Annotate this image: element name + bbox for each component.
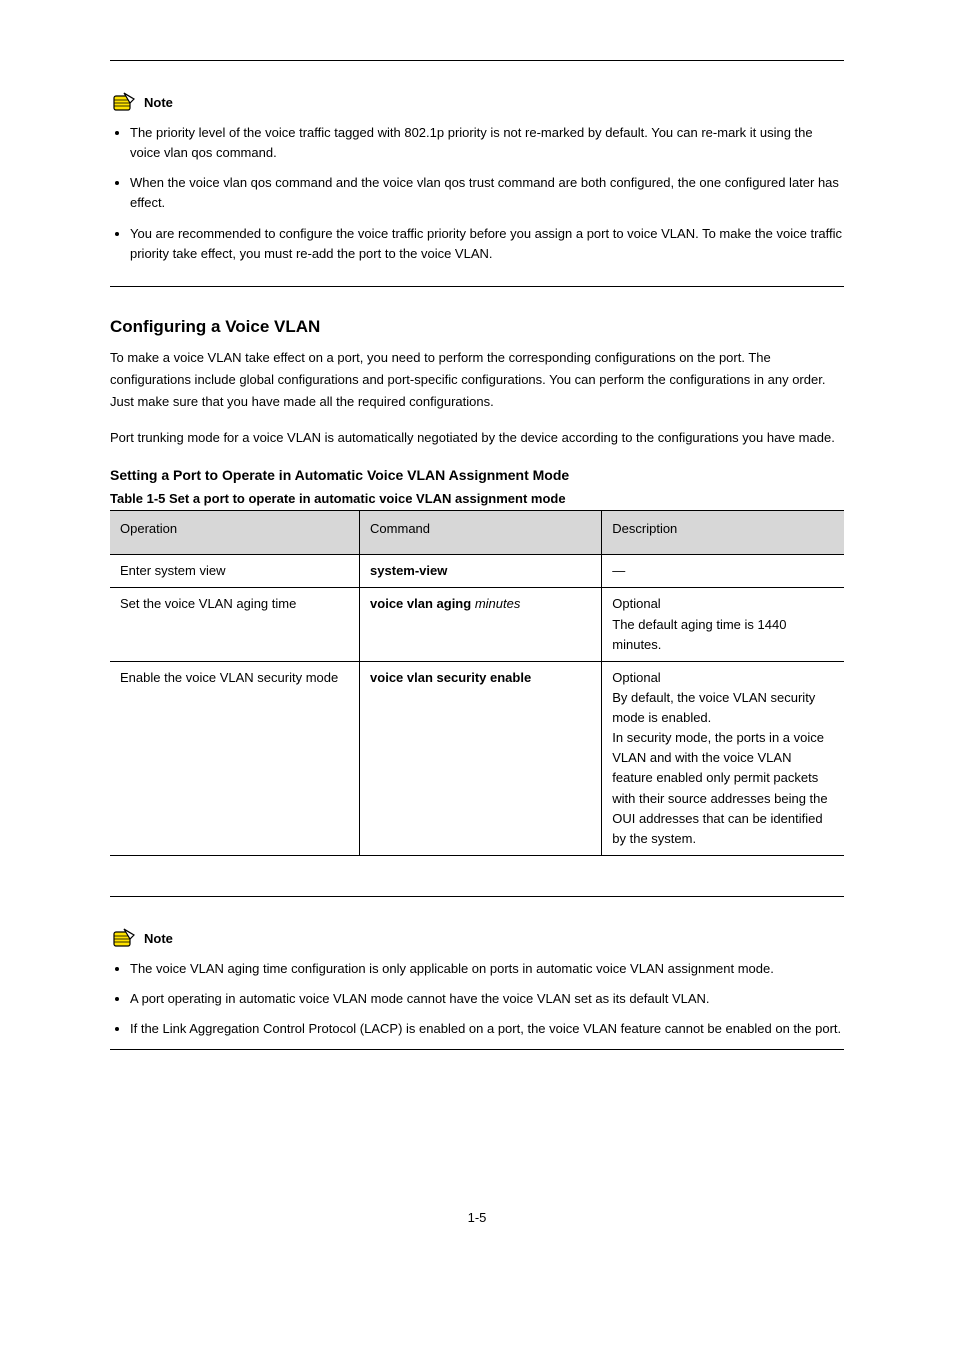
cmd-text: voice vlan security enable xyxy=(370,670,531,685)
table-row: Enable the voice VLAN security mode voic… xyxy=(110,661,844,855)
note-1-list: The priority level of the voice traffic … xyxy=(110,123,844,264)
cell-description: Optional The default aging time is 1440 … xyxy=(602,588,844,661)
note-1-item: When the voice vlan qos command and the … xyxy=(130,173,844,213)
cell-command: system-view xyxy=(360,555,602,588)
col-operation: Operation xyxy=(110,511,360,555)
note-1-item: You are recommended to configure the voi… xyxy=(130,224,844,264)
note-block-2: Note The voice VLAN aging time configura… xyxy=(110,927,844,1039)
cell-command: voice vlan security enable xyxy=(360,661,602,855)
config-table: Operation Command Description Enter syst… xyxy=(110,510,844,856)
table-caption: Table 1-5 Set a port to operate in autom… xyxy=(110,491,844,506)
section-para-2: Port trunking mode for a voice VLAN is a… xyxy=(110,427,844,449)
note-2-item: The voice VLAN aging time configuration … xyxy=(130,959,844,979)
table-row: Set the voice VLAN aging time voice vlan… xyxy=(110,588,844,661)
col-command: Command xyxy=(360,511,602,555)
cell-operation: Enter system view xyxy=(110,555,360,588)
note-2-item: A port operating in automatic voice VLAN… xyxy=(130,989,844,1009)
note-header-2: Note xyxy=(110,927,844,953)
separator xyxy=(110,1049,844,1050)
section-para-1: To make a voice VLAN take effect on a po… xyxy=(110,347,844,413)
note-icon xyxy=(110,91,138,113)
cmd-text: system-view xyxy=(370,563,447,578)
note-2-list: The voice VLAN aging time configuration … xyxy=(110,959,844,1039)
cell-description: Optional By default, the voice VLAN secu… xyxy=(602,661,844,855)
cell-description: — xyxy=(602,555,844,588)
top-separator xyxy=(110,60,844,61)
page-container: Note The priority level of the voice tra… xyxy=(0,0,954,1285)
separator xyxy=(110,896,844,897)
note-2-item: If the Link Aggregation Control Protocol… xyxy=(130,1019,844,1039)
separator xyxy=(110,286,844,287)
table-row: Enter system view system-view — xyxy=(110,555,844,588)
page-number: 1-5 xyxy=(110,1210,844,1225)
note-icon xyxy=(110,927,138,949)
note-1-item: The priority level of the voice traffic … xyxy=(130,123,844,163)
table-header-row: Operation Command Description xyxy=(110,511,844,555)
cell-operation: Enable the voice VLAN security mode xyxy=(110,661,360,855)
table-caption-text: Table 1-5 Set a port to operate in autom… xyxy=(110,491,566,506)
note-label: Note xyxy=(144,95,173,110)
cmd-text: voice vlan aging xyxy=(370,596,475,611)
note-block-1: Note The priority level of the voice tra… xyxy=(110,91,844,264)
cmd-arg: minutes xyxy=(475,596,521,611)
note-label: Note xyxy=(144,931,173,946)
col-description: Description xyxy=(602,511,844,555)
section-title: Configuring a Voice VLAN xyxy=(110,317,844,337)
note-header-1: Note xyxy=(110,91,844,117)
cell-operation: Set the voice VLAN aging time xyxy=(110,588,360,661)
subsection-title: Setting a Port to Operate in Automatic V… xyxy=(110,467,844,483)
cell-command: voice vlan aging minutes xyxy=(360,588,602,661)
